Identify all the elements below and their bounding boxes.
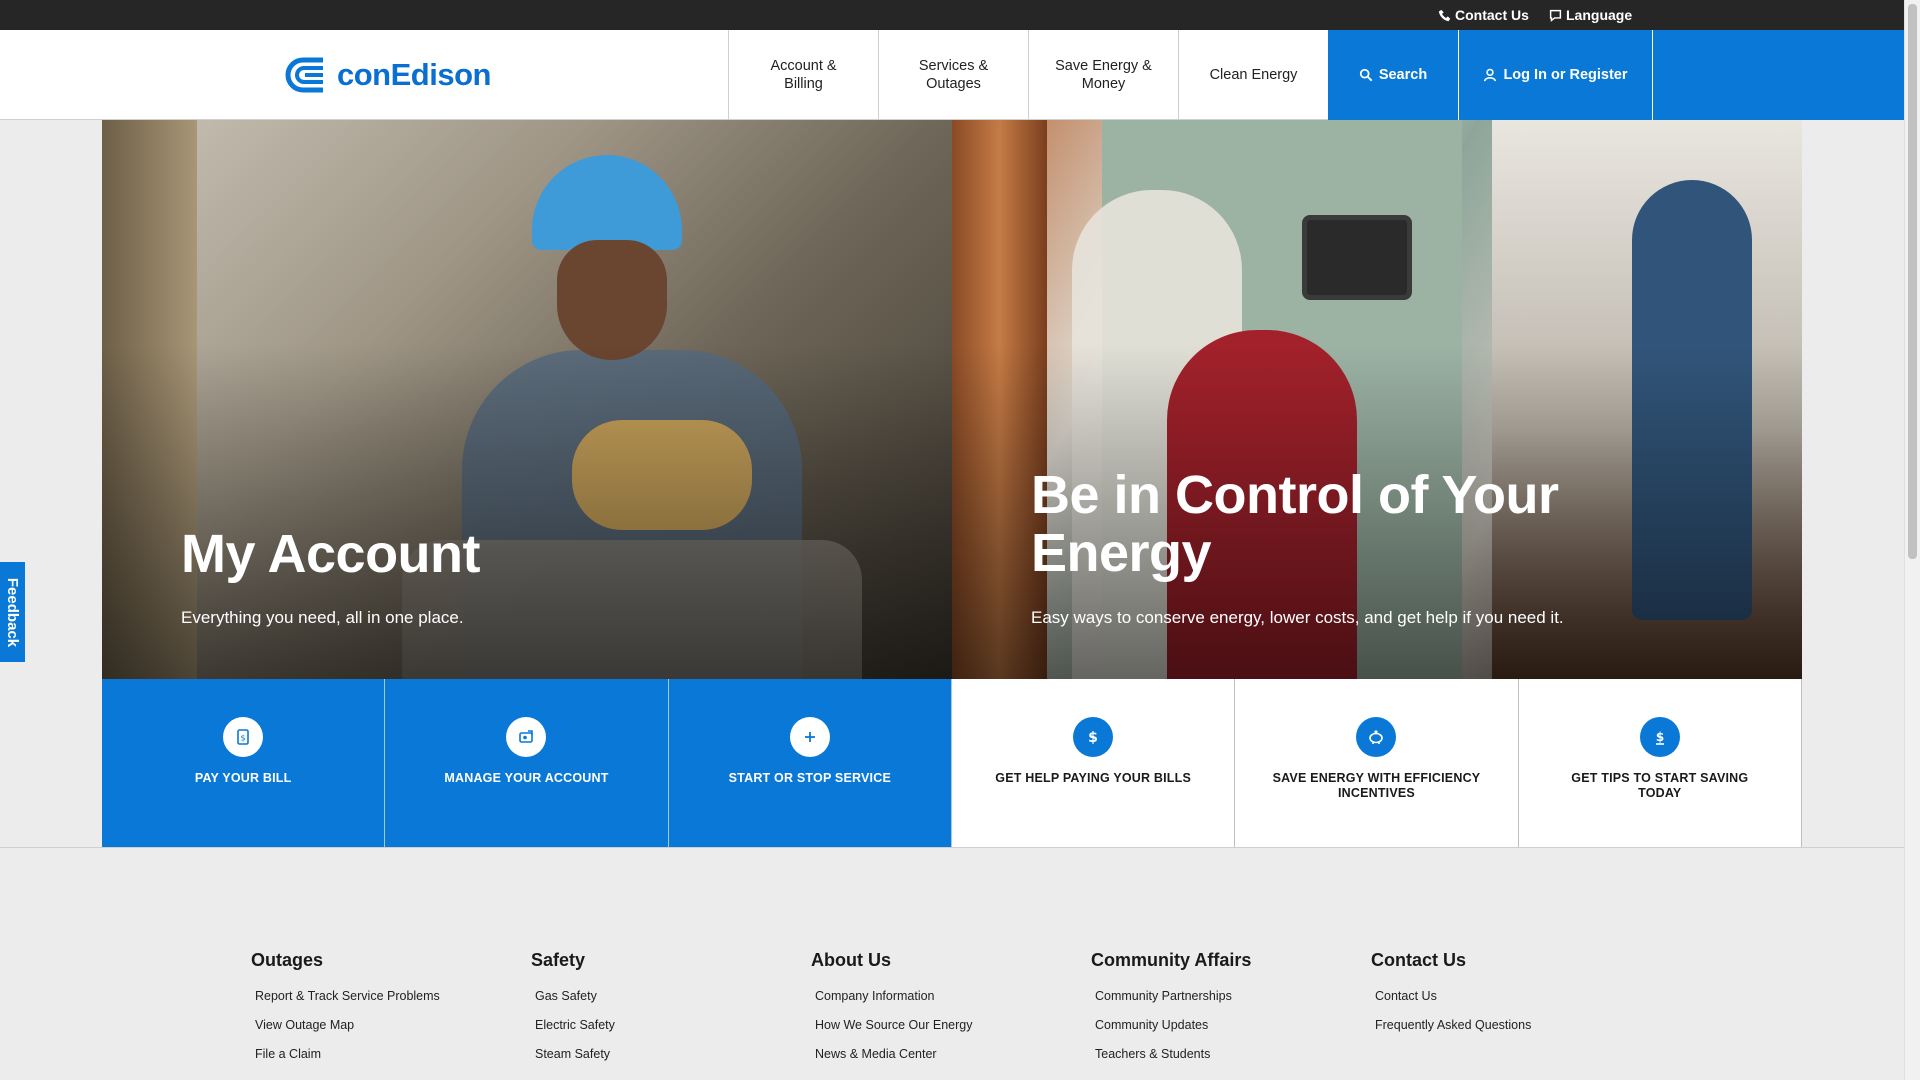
hero-my-account[interactable]: My Account Everything you need, all in o… (102, 120, 952, 679)
footer-column-contact-us: Contact Us Contact Us Frequently Asked Q… (1371, 950, 1531, 1047)
get-tips-saving-label: GET TIPS TO START SAVING TODAY (1571, 771, 1749, 800)
nav-services-outages-label: Services & Outages (918, 57, 989, 92)
feedback-label: Feedback (4, 577, 22, 647)
get-tips-saving-tile[interactable]: $ GET TIPS TO START SAVING TODAY (1518, 679, 1802, 848)
footer-link[interactable]: Contact Us (1375, 989, 1531, 1018)
footer-column-community-affairs: Community Affairs Community Partnerships… (1091, 950, 1251, 1076)
footer-link[interactable]: Steam Safety (535, 1047, 615, 1076)
footer-link[interactable]: View Outage Map (255, 1018, 440, 1047)
login-register-label: Log In or Register (1503, 67, 1628, 83)
feedback-tab[interactable]: Feedback (0, 562, 25, 662)
chat-bubble-icon (1549, 9, 1562, 22)
footer-heading: Community Affairs (1091, 950, 1252, 970)
phone-icon (1438, 9, 1451, 21)
hero-left-subtitle: Everything you need, all in one place. (181, 608, 464, 627)
footer-link[interactable]: How We Source Our Energy (815, 1018, 972, 1047)
get-help-paying-label: GET HELP PAYING YOUR BILLS (995, 771, 1192, 785)
scrollbar-thumb[interactable] (1908, 4, 1917, 559)
pay-your-bill-tile[interactable]: $ PAY YOUR BILL (102, 679, 386, 848)
svg-text:$: $ (1656, 730, 1664, 744)
page-scrollbar[interactable] (1904, 0, 1920, 1080)
hero-right-subtitle: Easy ways to conserve energy, lower cost… (1031, 608, 1564, 627)
hero-left-shade (102, 343, 952, 679)
nav-clean-energy[interactable]: Clean Energy (1178, 30, 1328, 120)
nav-clean-energy-label: Clean Energy (1209, 66, 1298, 83)
get-help-paying-tile[interactable]: $ GET HELP PAYING YOUR BILLS (951, 679, 1236, 848)
contact-us-link[interactable]: Contact Us (1438, 0, 1529, 30)
nav-account-billing[interactable]: Account & Billing (728, 30, 878, 120)
footer-heading: About Us (811, 950, 891, 970)
footer-link[interactable]: Electric Safety (535, 1018, 615, 1047)
bill-icon: $ (223, 717, 264, 757)
footer-link[interactable]: Company Information (815, 989, 972, 1018)
utility-bar: Contact Us Language (0, 0, 1904, 30)
nav-account-billing-label: Account & Billing (770, 57, 837, 92)
section-divider (0, 847, 1904, 848)
site-header: conEdison Account & Billing Services & O… (0, 30, 1904, 120)
footer-column-safety: Safety Gas Safety Electric Safety Steam … (531, 950, 615, 1076)
svg-text:$: $ (241, 734, 246, 743)
search-icon (1359, 68, 1373, 82)
piggy-bank-icon (1356, 717, 1397, 757)
footer-link[interactable]: Frequently Asked Questions (1375, 1018, 1531, 1047)
footer-link[interactable]: News & Media Center (815, 1047, 972, 1076)
conedison-logo-icon (285, 57, 323, 93)
nav-services-outages[interactable]: Services & Outages (878, 30, 1028, 120)
footer-link[interactable]: Report & Track Service Problems (255, 989, 440, 1018)
plus-icon (789, 717, 830, 757)
footer-column-outages: Outages Report & Track Service Problems … (251, 950, 440, 1076)
conedison-logo[interactable]: conEdison (285, 52, 491, 98)
search-button[interactable]: Search (1328, 30, 1458, 120)
language-label: Language (1566, 7, 1633, 23)
footer-link[interactable]: File a Claim (255, 1047, 440, 1076)
login-register-button[interactable]: Log In or Register (1459, 30, 1652, 120)
hero-left-title: My Account (181, 524, 481, 584)
header-blue-fill (1653, 30, 1904, 120)
footer-link[interactable]: Teachers & Students (1095, 1047, 1251, 1076)
logo-text: conEdison (337, 57, 491, 92)
hero-photo-thermostat (1302, 215, 1412, 300)
pay-your-bill-label: PAY YOUR BILL (194, 771, 292, 785)
nav-save-energy-money[interactable]: Save Energy & Money (1028, 30, 1178, 120)
save-energy-incentives-tile[interactable]: SAVE ENERGY WITH EFFICIENCY INCENTIVES (1235, 679, 1519, 848)
hero-right-title: Be in Control of Your Energy (1031, 465, 1559, 584)
hero-control-energy[interactable]: Be in Control of Your Energy Easy ways t… (952, 120, 1802, 679)
footer-link[interactable]: Community Partnerships (1095, 989, 1251, 1018)
nav-save-energy-money-label: Save Energy & Money (1055, 57, 1152, 92)
quick-action-tiles: $ PAY YOUR BILL MANAGE YOUR ACCOUNT STAR… (102, 679, 1802, 848)
footer-heading: Outages (251, 950, 324, 970)
footer-heading: Safety (531, 950, 586, 970)
dollar-tips-icon: $ (1639, 717, 1680, 757)
manage-your-account-label: MANAGE YOUR ACCOUNT (444, 771, 609, 785)
manage-account-icon (506, 717, 547, 757)
manage-your-account-tile[interactable]: MANAGE YOUR ACCOUNT (385, 679, 669, 848)
hero-photo-hardhat (532, 155, 682, 250)
svg-text:$: $ (1088, 730, 1098, 746)
start-stop-service-tile[interactable]: START OR STOP SERVICE (668, 679, 952, 848)
search-label: Search (1378, 67, 1428, 83)
footer-link[interactable]: Community Updates (1095, 1018, 1251, 1047)
footer-heading: Contact Us (1371, 950, 1467, 970)
language-link[interactable]: Language (1549, 0, 1632, 30)
user-icon (1484, 68, 1497, 82)
footer-link[interactable]: Gas Safety (535, 989, 615, 1018)
footer-column-about-us: About Us Company Information How We Sour… (811, 950, 972, 1076)
contact-us-label: Contact Us (1455, 7, 1529, 23)
save-energy-incentives-label: SAVE ENERGY WITH EFFICIENCY INCENTIVES (1272, 771, 1481, 800)
hero-photo-face (557, 240, 667, 360)
dollar-icon: $ (1073, 717, 1114, 757)
start-stop-service-label: START OR STOP SERVICE (728, 771, 891, 785)
